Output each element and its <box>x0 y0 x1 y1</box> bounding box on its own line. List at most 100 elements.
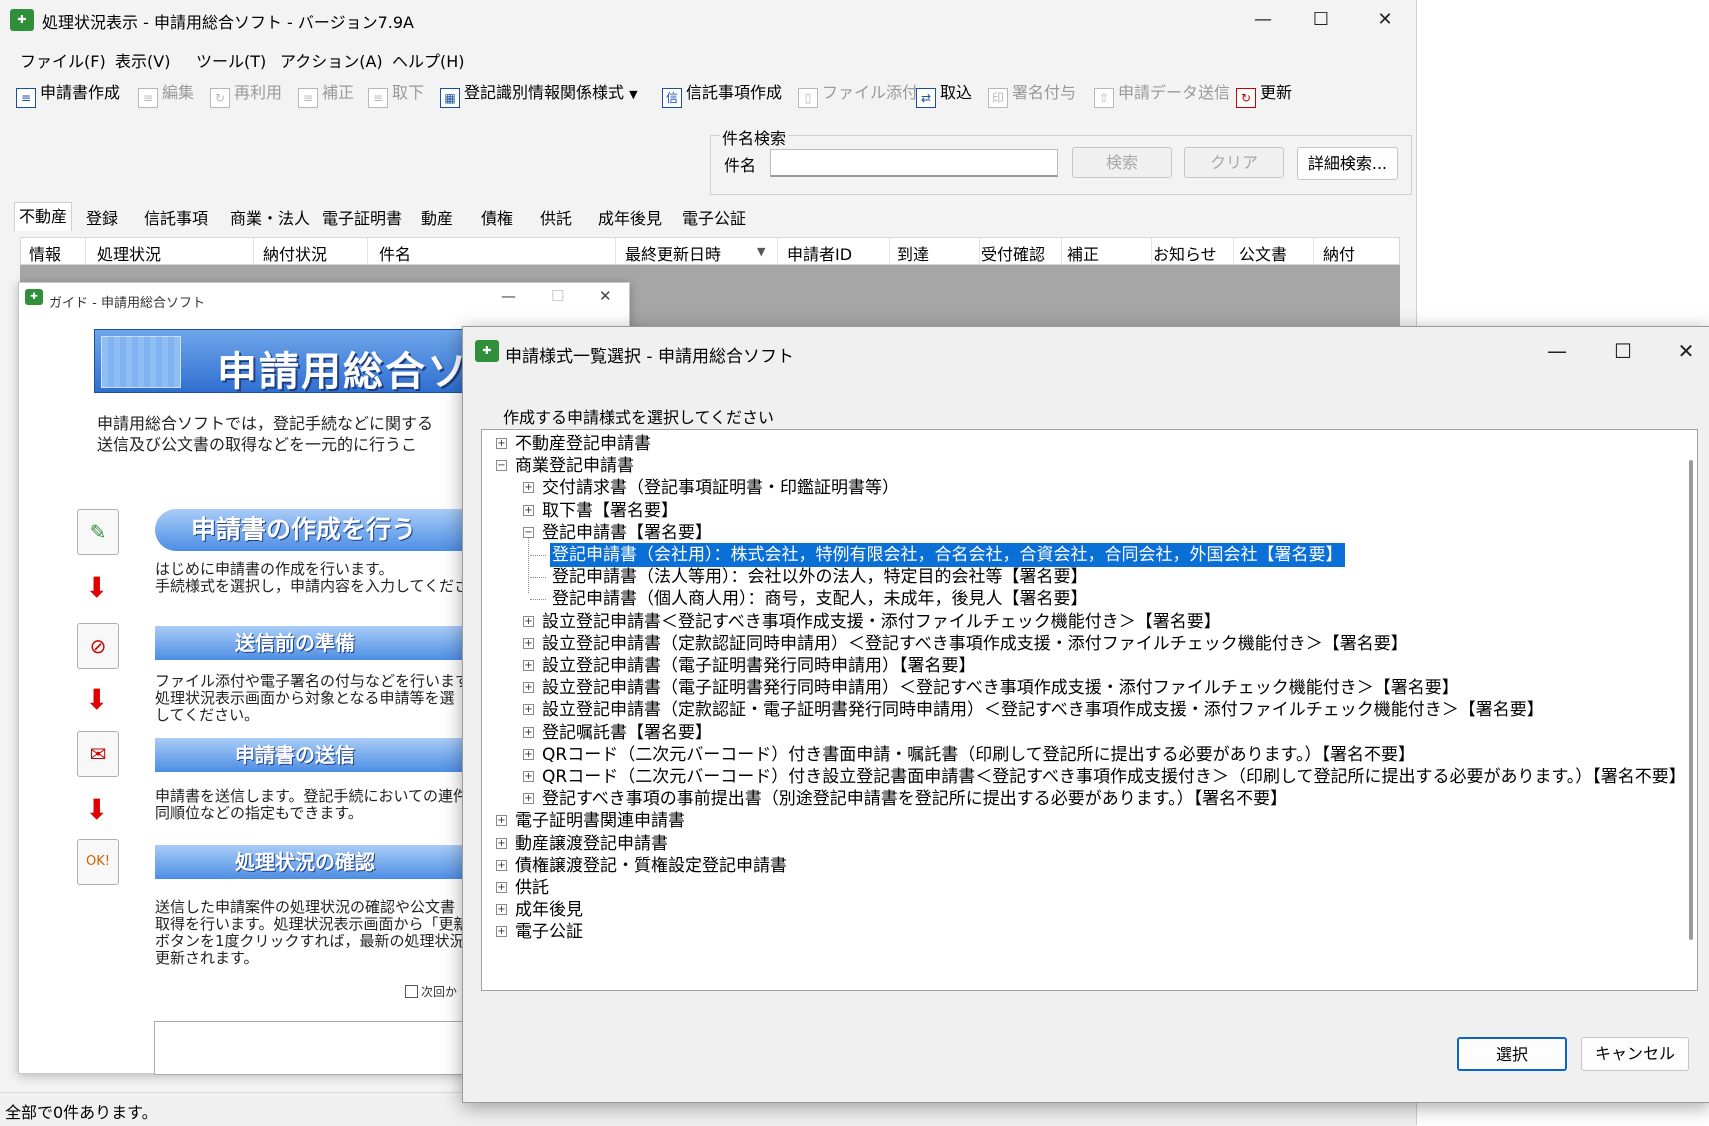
import-button[interactable]: ⇄ 取込 <box>916 80 972 108</box>
attach-file-button[interactable]: ▯ ファイル添付 <box>798 80 918 108</box>
maximize-icon[interactable]: ☐ <box>1603 337 1643 365</box>
tree-item[interactable]: 登記申請書（個人商人用）：商号，支配人，未成年，後見人【署名要】 <box>482 587 1677 611</box>
maximize-icon[interactable]: ☐ <box>1304 6 1338 34</box>
tab-registration[interactable]: 登録 <box>82 205 122 229</box>
tab-claims[interactable]: 債権 <box>477 205 517 229</box>
collapse-icon[interactable]: − <box>496 460 507 472</box>
clear-button[interactable]: クリア <box>1184 147 1284 178</box>
tree-item[interactable]: + 登記すべき事項の事前提出書（別途登記申請書を登記所に提出する必要があります。）… <box>482 787 1677 811</box>
cancel-button[interactable]: キャンセル <box>1581 1037 1689 1071</box>
tree-item[interactable]: + 成年後見 <box>482 898 1677 922</box>
column-header[interactable]: 納付 <box>1323 241 1355 265</box>
column-header[interactable]: 受付確認 <box>981 241 1045 265</box>
trust-items-button[interactable]: 信信託事項作成 <box>662 80 782 108</box>
reuse-button[interactable]: ↻ 再利用 <box>210 80 282 108</box>
expand-icon[interactable]: + <box>523 637 534 649</box>
tree-item[interactable]: + 設立登記申請書＜登記すべき事項作成支援・添付ファイルチェック機能付き＞【署名要… <box>482 610 1677 634</box>
tree-item[interactable]: + 不動産登記申請書 <box>482 432 1677 456</box>
select-button[interactable]: 選択 <box>1457 1037 1567 1071</box>
column-header[interactable]: 補正 <box>1067 241 1099 265</box>
expand-icon[interactable]: + <box>523 615 534 627</box>
tree-item[interactable]: + 設立登記申請書（定款認証・電子証明書発行同時申請用）＜登記すべき事項作成支援・… <box>482 698 1677 722</box>
tab-digital-certificate[interactable]: 電子証明書 <box>318 205 406 229</box>
expand-icon[interactable]: + <box>496 882 507 893</box>
column-header[interactable]: 処理状況 <box>97 241 161 265</box>
refresh-button[interactable]: ↻ 更新 <box>1236 80 1292 108</box>
expand-icon[interactable]: + <box>496 904 507 916</box>
tree-item[interactable]: − 商業登記申請書 <box>482 454 1677 478</box>
withdraw-button[interactable]: ≡ 取下 <box>368 80 424 108</box>
expand-icon[interactable]: + <box>523 726 534 738</box>
tab-guardianship[interactable]: 成年後見 <box>594 205 666 229</box>
close-icon[interactable]: ✕ <box>599 287 612 305</box>
amend-button[interactable]: ≡ 補正 <box>298 80 354 108</box>
tab-deposit[interactable]: 供託 <box>536 205 576 229</box>
checkbox-box[interactable] <box>405 985 418 998</box>
registry-forms-button[interactable]: ▦ 登記識別情報関係様式 ▼ <box>440 80 638 108</box>
expand-icon[interactable]: + <box>496 837 507 849</box>
tree-item[interactable]: + 供託 <box>482 876 1677 900</box>
dropdown-arrow-icon[interactable]: ▼ <box>629 88 637 101</box>
tree-item[interactable]: + 設立登記申請書（電子証明書発行同時申請用）＜登記すべき事項作成支援・添付ファイ… <box>482 676 1677 700</box>
expand-icon[interactable]: + <box>496 859 507 871</box>
minimize-icon[interactable]: — <box>1537 337 1577 365</box>
menu-tools[interactable]: ツール(T) <box>196 48 266 72</box>
expand-icon[interactable]: + <box>496 815 507 827</box>
column-header[interactable]: 納付状況 <box>263 241 327 265</box>
expand-icon[interactable]: + <box>496 926 507 938</box>
column-header[interactable]: 最終更新日時 <box>625 241 721 265</box>
tab-trust[interactable]: 信託事項 <box>140 205 212 229</box>
expand-icon[interactable]: + <box>523 504 534 516</box>
minimize-icon[interactable]: — <box>501 287 516 305</box>
expand-icon[interactable]: + <box>523 660 534 671</box>
tree-item[interactable]: + 設立登記申請書（電子証明書発行同時申請用）【署名要】 <box>482 654 1677 678</box>
tree-item[interactable]: + QRコード（二次元バーコード）付き設立登記書面申請書＜登記すべき事項作成支援付… <box>482 765 1686 789</box>
tree-item[interactable]: + 交付請求書（登記事項証明書・印鑑証明書等） <box>482 476 1677 500</box>
sign-button[interactable]: 印署名付与 <box>988 80 1076 108</box>
tab-movables[interactable]: 動産 <box>417 205 457 229</box>
tree-item[interactable]: + 登記嘱託書【署名要】 <box>482 721 1677 745</box>
close-icon[interactable]: ✕ <box>1368 6 1402 34</box>
tree-item[interactable]: + 電子証明書関連申請書 <box>482 809 1677 833</box>
expand-icon[interactable]: + <box>523 793 534 805</box>
minimize-icon[interactable]: — <box>1246 6 1280 34</box>
expand-icon[interactable]: + <box>523 682 534 694</box>
subject-search-input[interactable] <box>770 149 1058 177</box>
tab-notary[interactable]: 電子公証 <box>678 205 750 229</box>
close-icon[interactable]: ✕ <box>1666 337 1706 365</box>
column-header[interactable]: 公文書 <box>1239 241 1287 265</box>
column-header[interactable]: 件名 <box>379 241 411 265</box>
send-data-button[interactable]: ⇧ 申請データ送信 <box>1094 80 1230 108</box>
column-header[interactable]: 情報 <box>29 241 61 265</box>
menu-file[interactable]: ファイル(F) <box>20 48 106 72</box>
expand-icon[interactable]: + <box>523 482 534 494</box>
menu-view[interactable]: 表示(V) <box>115 48 170 72</box>
tree-item[interactable]: + 設立登記申請書（定款認証同時申請用）＜登記すべき事項作成支援・添付ファイルチェ… <box>482 632 1677 656</box>
create-form-button[interactable]: ≡ 申請書作成 <box>16 80 120 108</box>
column-header[interactable]: お知らせ <box>1153 241 1217 265</box>
tree-item[interactable]: − 登記申請書【署名要】 <box>482 521 1677 545</box>
expand-icon[interactable]: + <box>523 771 534 782</box>
expand-icon[interactable]: + <box>496 438 507 449</box>
tree-item[interactable]: + 電子公証 <box>482 920 1677 944</box>
tab-commercial[interactable]: 商業・法人 <box>226 205 314 229</box>
menu-action[interactable]: アクション(A) <box>280 48 383 72</box>
tree-item[interactable]: + 債権譲渡登記・質権設定登記申請書 <box>482 854 1677 878</box>
tree-scrollbar[interactable] <box>1689 460 1693 940</box>
expand-icon[interactable]: + <box>523 704 534 716</box>
form-tree[interactable]: + 不動産登記申請書 − 商業登記申請書 + 交付請求書（登記事項証明書・印鑑証明書等） +… <box>481 429 1698 991</box>
menu-help[interactable]: ヘルプ(H) <box>392 48 465 72</box>
column-header[interactable]: 到達 <box>897 241 929 265</box>
tree-item[interactable]: + 動産譲渡登記申請書 <box>482 832 1677 856</box>
dont-show-again-checkbox[interactable]: 次回か <box>405 983 457 1000</box>
expand-icon[interactable]: + <box>523 748 534 760</box>
search-button[interactable]: 検索 <box>1072 147 1172 178</box>
column-header[interactable]: 申請者ID <box>787 241 852 265</box>
tree-item[interactable]: + 取下書【署名要】 <box>482 499 1677 523</box>
advanced-search-button[interactable]: 詳細検索... <box>1297 147 1398 180</box>
tree-item[interactable]: + QRコード（二次元バーコード）付き書面申請・嘱託書（印刷して登記所に提出する必… <box>482 743 1677 767</box>
tab-real-estate[interactable]: 不動産 <box>14 202 73 231</box>
tree-item[interactable]: 登記申請書（法人等用）：会社以外の法人，特定目的会社等【署名要】 <box>482 565 1677 589</box>
edit-button[interactable]: ≡ 編集 <box>138 80 194 108</box>
maximize-icon[interactable]: ☐ <box>551 287 564 305</box>
